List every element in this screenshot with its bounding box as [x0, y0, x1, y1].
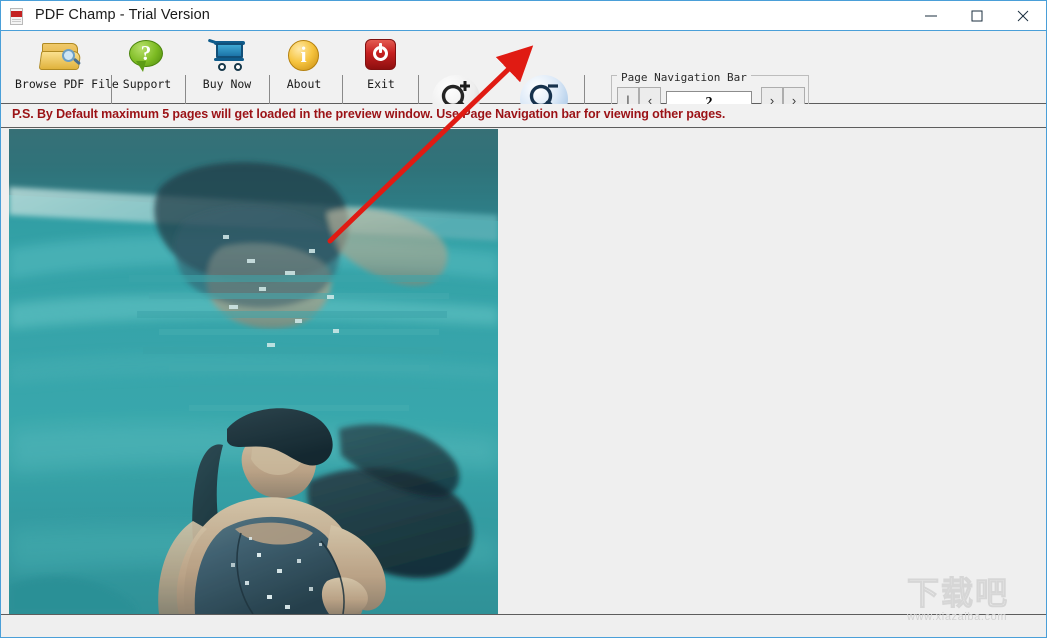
support-button[interactable]: ? Support: [117, 37, 177, 99]
status-bar: [1, 615, 1046, 637]
minimize-button[interactable]: [908, 1, 954, 30]
green-question-bubble-icon: ?: [117, 37, 177, 75]
application-window: PDF Champ - Trial Version Browse PDF Fil…: [0, 0, 1047, 638]
exit-label: Exit: [367, 77, 395, 91]
main-toolbar: Browse PDF File ? Support Buy Now i Abou…: [1, 31, 1046, 123]
maximize-icon: [971, 10, 983, 21]
buy-now-button[interactable]: Buy Now: [193, 37, 261, 99]
maximize-button[interactable]: [954, 1, 1000, 30]
pdf-document-icon: [10, 8, 26, 25]
close-icon: [1017, 10, 1029, 21]
browse-pdf-file-button[interactable]: Browse PDF File: [15, 37, 119, 99]
exit-button[interactable]: Exit: [353, 37, 409, 99]
pdf-page-image: [9, 129, 498, 614]
about-button[interactable]: i About: [276, 37, 332, 99]
window-controls: [908, 1, 1046, 30]
minimize-icon: [925, 15, 937, 16]
power-off-icon: [353, 37, 409, 75]
pdf-preview-area[interactable]: [1, 128, 1046, 615]
page-navigation-bar-title: Page Navigation Bar: [617, 71, 751, 84]
shopping-cart-icon: [193, 37, 261, 75]
window-title: PDF Champ - Trial Version: [35, 7, 210, 23]
folder-search-icon: [15, 37, 111, 75]
buy-now-label: Buy Now: [202, 77, 252, 91]
about-label: About: [286, 77, 322, 91]
title-bar: PDF Champ - Trial Version: [1, 1, 1046, 31]
close-button[interactable]: [1000, 1, 1046, 30]
info-circle-icon: i: [276, 37, 332, 75]
support-label: Support: [122, 77, 172, 91]
note-bar: P.S. By Default maximum 5 pages will get…: [1, 104, 1046, 128]
note-text: P.S. By Default maximum 5 pages will get…: [12, 107, 726, 121]
browse-pdf-file-label: Browse PDF File: [15, 77, 119, 91]
